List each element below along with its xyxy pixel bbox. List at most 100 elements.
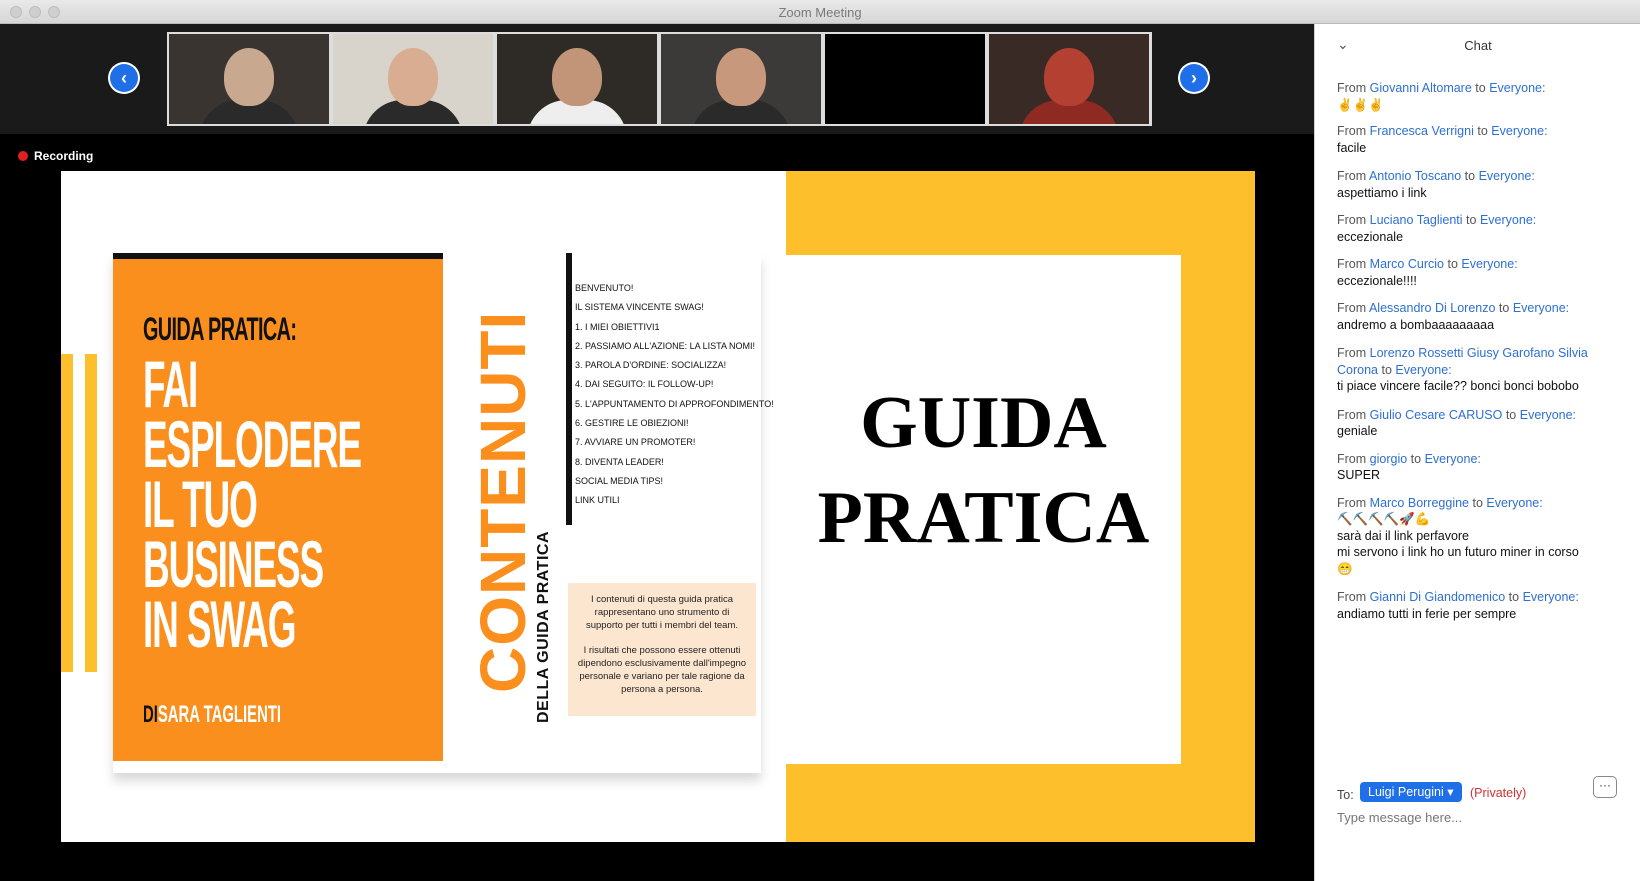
chat-message-header: From giorgio to Everyone: bbox=[1337, 451, 1481, 466]
video-gallery-strip: ‹ › bbox=[0, 24, 1314, 134]
participant-silhouette bbox=[1044, 48, 1094, 106]
chat-recipient: Everyone: bbox=[1478, 169, 1535, 183]
chat-message-body: ⛏️⛏️⛏️⛏️🚀💪 sarà dai il link perfavore mi… bbox=[1337, 512, 1579, 576]
chat-panel: ⌄ Chat From Giovanni Altomare to Everyon… bbox=[1314, 24, 1640, 881]
zoom-window: Zoom Meeting ‹ › Recording GUIDA PRATICA… bbox=[0, 0, 1640, 881]
contents-heading: CONTENUTI bbox=[467, 310, 539, 693]
chat-sender: Luciano Taglienti bbox=[1369, 213, 1463, 227]
toc-item: 2. PASSIAMO ALL'AZIONE: LA LISTA NOMI! bbox=[575, 340, 755, 351]
chat-recipient: Everyone: bbox=[1479, 213, 1537, 227]
slide-big-title: GUIDA PRATICA bbox=[817, 382, 1150, 559]
chat-recipient: Everyone: bbox=[1424, 451, 1481, 466]
book-spread: GUIDA PRATICA: FAI ESPLODERE IL TUO BUSI… bbox=[113, 253, 774, 773]
gallery-prev-button[interactable]: ‹ bbox=[108, 62, 140, 94]
chat-message-header: From Lorenzo Rossetti Giusy Garofano Sil… bbox=[1337, 346, 1588, 377]
chat-sender: Francesca Verrigni bbox=[1369, 124, 1474, 138]
shared-screen-slide: GUIDA PRATICA: FAI ESPLODERE IL TUO BUSI… bbox=[61, 171, 1255, 842]
toc-divider bbox=[566, 253, 572, 525]
participant-video-thumbnail[interactable] bbox=[333, 34, 493, 124]
participant-silhouette bbox=[716, 48, 766, 106]
window-title: Zoom Meeting bbox=[778, 5, 862, 20]
participant-video-thumbnail[interactable] bbox=[825, 34, 985, 124]
chat-recipient: Everyone: bbox=[1395, 362, 1452, 377]
chat-sender: Lorenzo Rossetti Giusy Garofano Silvia C… bbox=[1337, 346, 1588, 377]
cover-subtitle: GUIDA PRATICA: bbox=[143, 311, 297, 347]
chat-message-body: andiamo tutti in ferie per sempre bbox=[1337, 606, 1517, 621]
chat-sender: Giovanni Altomare bbox=[1369, 81, 1472, 95]
chat-message-body: aspettiamo i link bbox=[1337, 185, 1427, 200]
chat-header: ⌄ Chat bbox=[1315, 24, 1640, 68]
toc-item: SOCIAL MEDIA TIPS! bbox=[575, 475, 664, 486]
chat-message-body: eccezionale!!!! bbox=[1337, 273, 1417, 288]
chat-message-header: From Alessandro Di Lorenzo to Everyone: bbox=[1337, 301, 1570, 315]
chat-message-body: andremo a bombaaaaaaaaa bbox=[1337, 317, 1495, 332]
participant-silhouette bbox=[388, 48, 438, 106]
chat-message-header: From Antonio Toscano to Everyone: bbox=[1337, 169, 1535, 183]
chat-message-body: facile bbox=[1337, 140, 1367, 155]
chat-message-header: From Francesca Verrigni to Everyone: bbox=[1337, 124, 1548, 138]
slide-stripe bbox=[61, 354, 73, 672]
disclaimer-note: I contenuti di questa guida pratica rapp… bbox=[568, 583, 756, 716]
more-options-button[interactable]: ··· bbox=[1593, 776, 1617, 798]
recording-dot-icon bbox=[18, 151, 28, 161]
title-bar: Zoom Meeting bbox=[0, 0, 1640, 24]
gallery-next-button[interactable]: › bbox=[1178, 62, 1210, 94]
chat-sender: Marco Curcio bbox=[1369, 257, 1444, 271]
chevron-left-icon: ‹ bbox=[110, 64, 138, 92]
toc-item: 3. PAROLA D'ORDINE: SOCIALIZZA! bbox=[575, 360, 727, 371]
chat-sender: Marco Borreggine bbox=[1369, 495, 1470, 510]
chat-sender: Giulio Cesare CARUSO bbox=[1369, 407, 1503, 422]
chat-message: From Gianni Di Giandomenico to Everyone:… bbox=[1337, 589, 1627, 622]
recording-indicator: Recording bbox=[18, 149, 93, 163]
privately-label: (Privately) bbox=[1470, 786, 1527, 800]
chat-message: From Giovanni Altomare to Everyone: ✌️✌️✌… bbox=[1337, 80, 1627, 113]
chat-message: From Luciano Taglienti to Everyone: eccez… bbox=[1337, 212, 1627, 245]
chat-recipient: Everyone: bbox=[1512, 301, 1570, 315]
chat-recipient: Everyone: bbox=[1491, 124, 1548, 138]
chat-message-header: From Marco Borreggine to Everyone: bbox=[1337, 495, 1543, 510]
chevron-right-icon: › bbox=[1180, 64, 1208, 92]
chat-sender: giorgio bbox=[1369, 451, 1408, 466]
chat-recipient: Everyone: bbox=[1489, 81, 1546, 95]
participant-video-thumbnail[interactable] bbox=[497, 34, 657, 124]
participant-silhouette bbox=[224, 48, 274, 106]
to-label: To: bbox=[1337, 788, 1354, 802]
slide-stripe bbox=[85, 354, 97, 672]
table-of-contents: BENVENUTO! IL SISTEMA VINCENTE SWAG! 1. I … bbox=[575, 279, 774, 511]
chat-message: From Francesca Verrigni to Everyone: faci… bbox=[1337, 123, 1627, 156]
toc-item: 5. L'APPUNTAMENTO DI APPROFONDIMENTO! bbox=[575, 398, 774, 409]
chat-message-header: From Gianni Di Giandomenico to Everyone: bbox=[1337, 590, 1579, 604]
chat-message-body: geniale bbox=[1337, 424, 1378, 438]
chat-message: From Marco Curcio to Everyone: eccezional… bbox=[1337, 256, 1627, 289]
participant-silhouette bbox=[552, 48, 602, 106]
chat-message: From giorgio to Everyone: SUPER bbox=[1337, 451, 1627, 484]
participant-video-thumbnail[interactable] bbox=[169, 34, 329, 124]
recipient-dropdown[interactable]: Luigi Perugini ▾ bbox=[1360, 782, 1462, 802]
chat-message-header: From Giovanni Altomare to Everyone: bbox=[1337, 81, 1546, 95]
toc-item: 6. GESTIRE LE OBIEZIONI! bbox=[575, 418, 689, 429]
chat-recipient: Everyone: bbox=[1486, 495, 1543, 510]
participant-video-thumbnail[interactable] bbox=[661, 34, 821, 124]
chat-message-body: ti piace vincere facile?? bonci bonci bo… bbox=[1337, 379, 1579, 393]
participant-video-thumbnail[interactable] bbox=[989, 34, 1149, 124]
chat-message: From Giulio Cesare CARUSO to Everyone: ge… bbox=[1337, 407, 1627, 440]
chat-sender: Antonio Toscano bbox=[1368, 169, 1462, 183]
chat-sender: Alessandro Di Lorenzo bbox=[1368, 301, 1496, 315]
message-input[interactable] bbox=[1337, 810, 1617, 825]
chat-scrollbar[interactable] bbox=[1630, 24, 1638, 881]
toc-item: 1. I MIEI OBIETTIVI1 bbox=[575, 321, 660, 332]
chat-recipient: Everyone: bbox=[1522, 590, 1579, 604]
video-thumbnails bbox=[167, 32, 1152, 126]
book-cover: GUIDA PRATICA: FAI ESPLODERE IL TUO BUSI… bbox=[113, 253, 443, 761]
toc-item: 8. DIVENTA LEADER! bbox=[575, 456, 664, 467]
chat-title: Chat bbox=[1464, 38, 1492, 53]
chat-message-header: From Marco Curcio to Everyone: bbox=[1337, 257, 1518, 271]
cover-author: DISARA TAGLIENTI bbox=[143, 701, 282, 728]
contents-subheading: DELLA GUIDA PRATICA bbox=[535, 530, 552, 723]
cover-title-line: IN SWAG bbox=[143, 587, 296, 661]
toc-item: BENVENUTO! bbox=[575, 283, 634, 293]
toc-item: 7. AVVIARE UN PROMOTER! bbox=[575, 437, 696, 448]
chat-message-body: SUPER bbox=[1337, 468, 1381, 482]
dropdown-caret-icon: ▾ bbox=[1447, 785, 1454, 799]
chat-messages: From Giovanni Altomare to Everyone: ✌️✌️✌… bbox=[1337, 80, 1627, 634]
